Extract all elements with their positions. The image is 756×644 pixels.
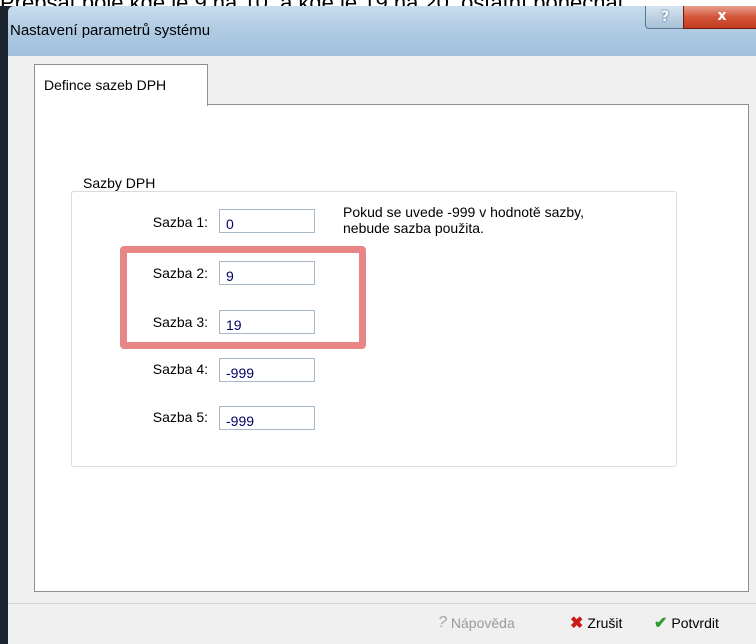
sazba-5-label: Sazba 5:: [152, 409, 208, 425]
sazba-3-label: Sazba 3:: [152, 314, 208, 330]
group-legend: Sazby DPH: [79, 175, 160, 191]
footer-divider: [8, 603, 756, 604]
title-help-button[interactable]: ?: [645, 6, 685, 29]
sazba-2-label: Sazba 2:: [152, 265, 208, 281]
help-button[interactable]: ? Nápověda: [438, 608, 515, 638]
sazba-1-input[interactable]: 0: [219, 209, 315, 233]
close-icon: x: [717, 8, 727, 24]
cancel-button[interactable]: ✖ Zrušit: [570, 608, 622, 638]
sazba-2-input[interactable]: 9: [219, 261, 315, 285]
x-icon: ✖: [570, 615, 584, 632]
window-title: Nastavení parametrů systému: [10, 22, 211, 39]
sazba-4-label: Sazba 4:: [152, 361, 208, 377]
help-icon: ?: [438, 614, 447, 631]
dialog-window: Nastavení parametrů systému ? x Defince …: [0, 6, 756, 644]
help-button-label: Nápověda: [450, 615, 515, 631]
sazba-1-label: Sazba 1:: [152, 214, 208, 230]
title-bar[interactable]: Nastavení parametrů systému ? x: [8, 6, 756, 56]
check-icon: ✔: [654, 615, 668, 632]
tab-label: Defince sazeb DPH: [44, 77, 167, 93]
confirm-button[interactable]: ✔ Potvrdit: [654, 608, 719, 638]
tab-definice-sazeb-dph[interactable]: Defince sazeb DPH: [34, 64, 208, 106]
sazba-4-input[interactable]: -999: [219, 358, 315, 382]
dialog-client-area: Defince sazeb DPH Sazby DPH Sazba 1: 0 S…: [8, 56, 756, 644]
rate-note: Pokud se uvede -999 v hodnotě sazby, neb…: [343, 204, 585, 236]
sazba-5-input[interactable]: -999: [219, 406, 315, 430]
title-close-button[interactable]: x: [683, 6, 756, 29]
confirm-button-label: Potvrdit: [671, 615, 719, 631]
tab-panel: Sazby DPH Sazba 1: 0 Sazba 2: 9 Sazba 3:…: [34, 104, 749, 592]
sazba-3-input[interactable]: 19: [219, 310, 315, 334]
question-icon: ?: [660, 9, 670, 25]
cancel-button-label: Zrušit: [587, 615, 623, 631]
